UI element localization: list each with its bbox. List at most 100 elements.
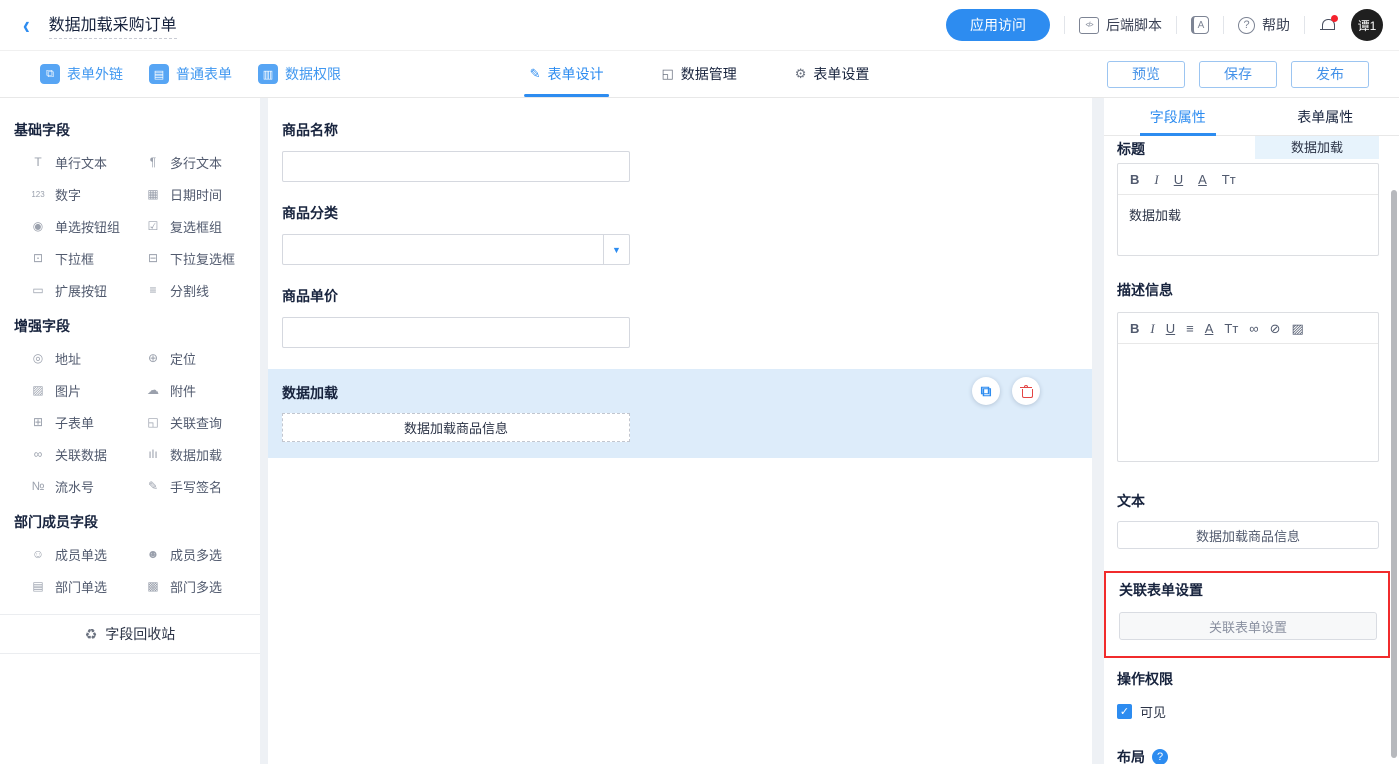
field-type-icon: ◱ [145, 415, 161, 429]
app-access-button[interactable]: 应用访问 [946, 9, 1050, 41]
tab-form-design[interactable]: ✎表单设计 [530, 51, 604, 97]
panel-scrollbar[interactable] [1391, 190, 1397, 758]
field-type-item[interactable]: ☺成员单选 [30, 538, 145, 570]
select-input[interactable]: ▼ [282, 234, 630, 265]
divider [1064, 16, 1065, 34]
tab-data-management[interactable]: ◱数据管理 [661, 51, 736, 97]
field-type-item[interactable]: ◎地址 [30, 342, 145, 374]
field-type-item[interactable]: ☁附件 [145, 374, 260, 406]
checkbox-checked-icon[interactable]: ✓ [1117, 704, 1132, 719]
permission-section-label: 操作权限 [1117, 669, 1379, 689]
field-type-icon: ▩ [145, 579, 161, 593]
field-section-title: 部门成员字段 [0, 504, 260, 538]
field-type-item[interactable]: ılı数据加载 [145, 438, 260, 470]
layout-section-label: 布局 [1117, 747, 1145, 764]
field-type-item[interactable]: ⊕定位 [145, 342, 260, 374]
preview-button[interactable]: 预览 [1107, 61, 1185, 88]
field-label: 商品分类 [282, 203, 630, 223]
field-type-item[interactable]: №流水号 [30, 470, 145, 502]
italic-icon[interactable]: I [1150, 322, 1154, 335]
field-type-icon: ▨ [30, 383, 46, 397]
title-editor-toolbar: B I U A Tᴛ [1118, 164, 1378, 195]
field-label: 商品名称 [282, 120, 630, 140]
font-color-icon[interactable]: A [1205, 322, 1214, 335]
field-type-item[interactable]: ▦日期时间 [145, 178, 260, 210]
field-type-item[interactable]: ▤部门单选 [30, 570, 145, 602]
field-section-title: 增强字段 [0, 308, 260, 342]
description-editor-content[interactable] [1118, 344, 1378, 461]
text-input[interactable] [282, 317, 630, 348]
back-icon[interactable]: ‹ [23, 12, 30, 38]
field-type-item[interactable]: ⊡下拉框 [30, 242, 145, 274]
underline-icon[interactable]: U [1166, 322, 1175, 335]
publish-button[interactable]: 发布 [1291, 61, 1369, 88]
shortcut-label: 数据权限 [285, 64, 341, 84]
properties-panel: 字段属性 表单属性 标题 数据加载 BIUATᴛ 数据加载 描述信息 BIU≡A… [1104, 98, 1399, 764]
bold-icon[interactable]: B [1130, 173, 1139, 186]
help-button[interactable]: ? 帮助 [1238, 15, 1290, 35]
backend-script-button[interactable]: </> 后端脚本 [1079, 15, 1162, 35]
field-type-item[interactable]: ¶多行文本 [145, 146, 260, 178]
avatar[interactable]: 谭1 [1351, 9, 1383, 41]
form-field-data-load-selected[interactable]: 数据加载 数据加载商品信息 ⧉ [268, 369, 1092, 458]
field-type-label: 数据加载 [170, 445, 222, 464]
field-type-item[interactable]: ◉单选按钮组 [30, 210, 145, 242]
field-type-icon: ⊕ [145, 351, 161, 365]
font-size-icon[interactable]: Tᴛ [1224, 322, 1238, 335]
font-size-icon[interactable]: Tᴛ [1222, 173, 1236, 186]
field-type-item[interactable]: ∞关联数据 [30, 438, 145, 470]
form-field-select[interactable]: 商品分类 ▼ [268, 203, 1092, 265]
field-type-item[interactable]: ✎手写签名 [145, 470, 260, 502]
field-type-item[interactable]: 123数字 [30, 178, 145, 210]
copy-field-button[interactable]: ⧉ [972, 377, 1000, 405]
field-library-sidebar: 基础字段T单行文本¶多行文本123数字▦日期时间◉单选按钮组☑复选框组⊡下拉框⊟… [0, 98, 260, 764]
text-input[interactable] [282, 151, 630, 182]
layout-help-icon[interactable]: ? [1152, 749, 1168, 764]
field-type-item[interactable]: ⊞子表单 [30, 406, 145, 438]
contact-book-icon[interactable]: A [1191, 16, 1209, 34]
form-settings-icon: ⚙ [795, 66, 807, 82]
field-type-item[interactable]: ☑复选框组 [145, 210, 260, 242]
text-value-button[interactable]: 数据加载商品信息 [1117, 521, 1379, 549]
form-field-text[interactable]: 商品单价 [268, 286, 1092, 348]
field-type-item[interactable]: ▩部门多选 [145, 570, 260, 602]
field-type-item[interactable]: ≡分割线 [145, 274, 260, 306]
data-load-button[interactable]: 数据加载商品信息 [282, 413, 630, 442]
block-tools: ⧉ [972, 377, 1040, 405]
field-type-item[interactable]: ☻成员多选 [145, 538, 260, 570]
form-field-text[interactable]: 商品名称 [268, 120, 1092, 182]
copy-icon: ⧉ [981, 383, 992, 400]
field-type-item[interactable]: ▨图片 [30, 374, 145, 406]
font-color-icon[interactable]: A [1198, 173, 1207, 186]
title-editor-content[interactable]: 数据加载 [1118, 195, 1378, 255]
bold-icon[interactable]: B [1130, 322, 1139, 335]
align-icon[interactable]: ≡ [1186, 322, 1194, 335]
field-type-item[interactable]: ◱关联查询 [145, 406, 260, 438]
underline-icon[interactable]: U [1174, 173, 1183, 186]
field-label: 数据加载 [268, 383, 1092, 403]
field-recycle-bin[interactable]: ♻ 字段回收站 [0, 614, 260, 654]
tab-form-properties[interactable]: 表单属性 [1252, 98, 1399, 135]
tab-field-properties[interactable]: 字段属性 [1104, 98, 1252, 135]
shortcut-normal-form[interactable]: ▤普通表单 [149, 64, 232, 84]
help-icon: ? [1238, 17, 1255, 34]
field-type-item[interactable]: ▭扩展按钮 [30, 274, 145, 306]
shortcut-form-external-link[interactable]: ⧉表单外链 [40, 64, 123, 84]
field-type-item[interactable]: ⊟下拉复选框 [145, 242, 260, 274]
link-icon[interactable]: ∞ [1249, 322, 1258, 335]
shortcut-data-permission[interactable]: ▥数据权限 [258, 64, 341, 84]
image-icon[interactable]: ▨ [1291, 322, 1303, 335]
delete-field-button[interactable] [1012, 377, 1040, 405]
italic-icon[interactable]: I [1154, 173, 1158, 186]
visible-checkbox-row[interactable]: ✓ 可见 [1117, 702, 1379, 721]
field-type-item[interactable]: T单行文本 [30, 146, 145, 178]
help-label: 帮助 [1262, 15, 1290, 35]
tab-form-settings[interactable]: ⚙表单设置 [795, 51, 870, 97]
notification-bell-icon[interactable] [1319, 17, 1337, 34]
page-title[interactable]: 数据加载采购订单 [49, 11, 177, 39]
field-type-label: 关联数据 [55, 445, 107, 464]
field-type-icon: ▦ [145, 187, 161, 201]
save-button[interactable]: 保存 [1199, 61, 1277, 88]
unlink-icon[interactable]: ⊘ [1270, 322, 1281, 335]
linked-form-settings-button[interactable]: 关联表单设置 [1119, 612, 1377, 640]
